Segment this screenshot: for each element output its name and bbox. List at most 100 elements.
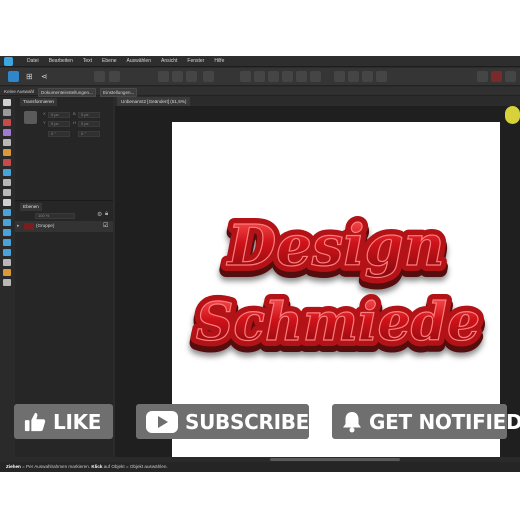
move-tool-icon[interactable]	[3, 99, 11, 106]
designer-persona-icon[interactable]	[8, 71, 19, 82]
status-click-key: Klick	[91, 464, 103, 469]
subscribe-button[interactable]: SUBSCRIBE	[136, 404, 309, 439]
height-field[interactable]: 0 px	[78, 121, 100, 127]
insert-front-button[interactable]	[362, 71, 373, 82]
zoom-tool-icon[interactable]	[3, 279, 11, 286]
align-button[interactable]	[172, 71, 183, 82]
notify-label: GET NOTIFIED	[369, 409, 520, 434]
boolean-intersect-button[interactable]	[268, 71, 279, 82]
menu-bearbeiten[interactable]: Bearbeiten	[44, 57, 78, 66]
preferences-button[interactable]: Einstellungen...	[100, 88, 138, 97]
insert-target-button[interactable]	[334, 71, 345, 82]
artwork-line2: Schmiede	[196, 292, 480, 353]
brush-tool-icon[interactable]	[3, 149, 11, 156]
pen-tool-icon[interactable]	[3, 129, 11, 136]
transform-button[interactable]	[186, 71, 197, 82]
toolbar: ⊞ ⋖	[0, 68, 520, 86]
artwork-line1: Design	[226, 213, 445, 279]
opacity-field[interactable]: 100 %	[35, 213, 75, 219]
play-icon	[146, 410, 178, 433]
menu-hilfe[interactable]: Hilfe	[209, 57, 229, 66]
document-settings-button[interactable]: Dokumenteinstellungen...	[38, 88, 96, 97]
y-field[interactable]: 0 px	[48, 121, 70, 127]
order-back-button[interactable]	[158, 71, 169, 82]
eyedropper-tool-icon[interactable]	[3, 259, 11, 266]
w-label: B	[73, 111, 76, 116]
crop-tool-icon[interactable]	[3, 189, 11, 196]
assistant-icon[interactable]	[109, 71, 120, 82]
expand-chevron-icon[interactable]: ▸	[17, 223, 20, 229]
color-swatch-button[interactable]	[491, 71, 502, 82]
tab-transform[interactable]: Transformieren	[20, 98, 57, 106]
shape-tool-icon[interactable]	[3, 229, 11, 236]
place-tool-icon[interactable]	[3, 179, 11, 186]
text-tool-icon[interactable]	[3, 199, 11, 206]
fill-tool-icon[interactable]	[3, 159, 11, 166]
hand-tool-icon[interactable]	[3, 269, 11, 276]
menu-ansicht[interactable]: Ansicht	[156, 57, 182, 66]
menu-datei[interactable]: Datei	[22, 57, 44, 66]
app-logo-icon	[4, 57, 13, 66]
subscribe-label: SUBSCRIBE	[185, 409, 310, 434]
layer-name[interactable]: (Gruppe)	[36, 222, 54, 230]
node-tool-icon[interactable]	[3, 109, 11, 116]
width-field[interactable]: 0 px	[78, 112, 100, 118]
star-tool-icon[interactable]	[3, 239, 11, 246]
menu-items: Datei Bearbeiten Text Ebene Auswählen An…	[22, 57, 229, 66]
visibility-check-icon[interactable]: ☑	[103, 222, 108, 229]
get-notified-button[interactable]: GET NOTIFIED	[332, 404, 520, 439]
insert-behind-button[interactable]	[348, 71, 359, 82]
ellipse-tool-icon[interactable]	[3, 219, 11, 226]
x-label: X	[43, 111, 46, 116]
transparency-tool-icon[interactable]	[3, 169, 11, 176]
artwork-line1-group[interactable]: Design Design Design	[219, 207, 452, 291]
corner-tool-icon[interactable]	[3, 119, 11, 126]
artwork-line2-group[interactable]: Schmiede Schmiede Schmiede	[189, 286, 487, 365]
pencil-tool-icon[interactable]	[3, 139, 11, 146]
like-button[interactable]: LIKE	[14, 404, 113, 439]
status-click-text: auf Objekt = Objekt auswählen.	[102, 464, 168, 469]
thumbs-up-icon	[24, 412, 46, 431]
boolean-add-button[interactable]	[240, 71, 251, 82]
flip-button[interactable]	[203, 71, 214, 82]
menu-bar: Datei Bearbeiten Text Ebene Auswählen An…	[0, 56, 520, 67]
rotation-field[interactable]: 0 °	[48, 131, 70, 137]
lock-icon[interactable]: 🔒︎	[105, 211, 108, 218]
anchor-selector[interactable]	[24, 111, 37, 124]
rectangle-tool-icon[interactable]	[3, 209, 11, 216]
snapping-button[interactable]	[94, 71, 105, 82]
status-drag-key: Ziehen	[6, 464, 21, 469]
tools-panel	[0, 97, 14, 459]
x-field[interactable]: 0 px	[48, 112, 70, 118]
status-drag-text: = Per Auswahlrahmen markieren.	[20, 464, 92, 469]
menu-auswaehlen[interactable]: Auswählen	[122, 57, 156, 66]
selection-status: Keine Auswahl	[4, 89, 35, 94]
combine-button[interactable]	[310, 71, 321, 82]
grid-persona-icon[interactable]: ⊞	[26, 71, 33, 82]
boolean-subtract-button[interactable]	[254, 71, 265, 82]
status-hint: Ziehen = Per Auswahlrahmen markieren. Kl…	[6, 463, 168, 471]
layer-row[interactable]: ▸ (Gruppe) ☑	[15, 221, 113, 232]
shear-field[interactable]: 0 °	[78, 131, 100, 137]
boolean-xor-button[interactable]	[282, 71, 293, 82]
document-tab[interactable]: Unbenannt2 [Geändert] (51,5%)	[117, 97, 191, 106]
bell-icon	[343, 411, 361, 432]
status-bar: Ziehen = Per Auswahlrahmen markieren. Kl…	[0, 462, 520, 472]
tab-layers[interactable]: Ebenen	[20, 203, 42, 211]
insert-inside-button[interactable]	[376, 71, 387, 82]
y-label: Y	[43, 120, 46, 125]
boolean-divide-button[interactable]	[296, 71, 307, 82]
settings-gear-icon[interactable]: ⚙	[97, 211, 102, 218]
horizontal-scrollbar[interactable]	[270, 458, 400, 461]
menu-text[interactable]: Text	[78, 57, 97, 66]
panel-divider	[15, 200, 113, 201]
cursor-highlight-icon	[505, 106, 520, 124]
document-tab-bar: Unbenannt2 [Geändert] (51,5%)	[115, 97, 520, 106]
menu-ebene[interactable]: Ebene	[97, 57, 121, 66]
snap-toggle-button[interactable]	[477, 71, 488, 82]
menu-fenster[interactable]: Fenster	[182, 57, 209, 66]
share-icon[interactable]: ⋖	[41, 71, 48, 82]
layer-thumbnail	[24, 223, 34, 230]
callout-tool-icon[interactable]	[3, 249, 11, 256]
view-mode-button[interactable]	[505, 71, 516, 82]
